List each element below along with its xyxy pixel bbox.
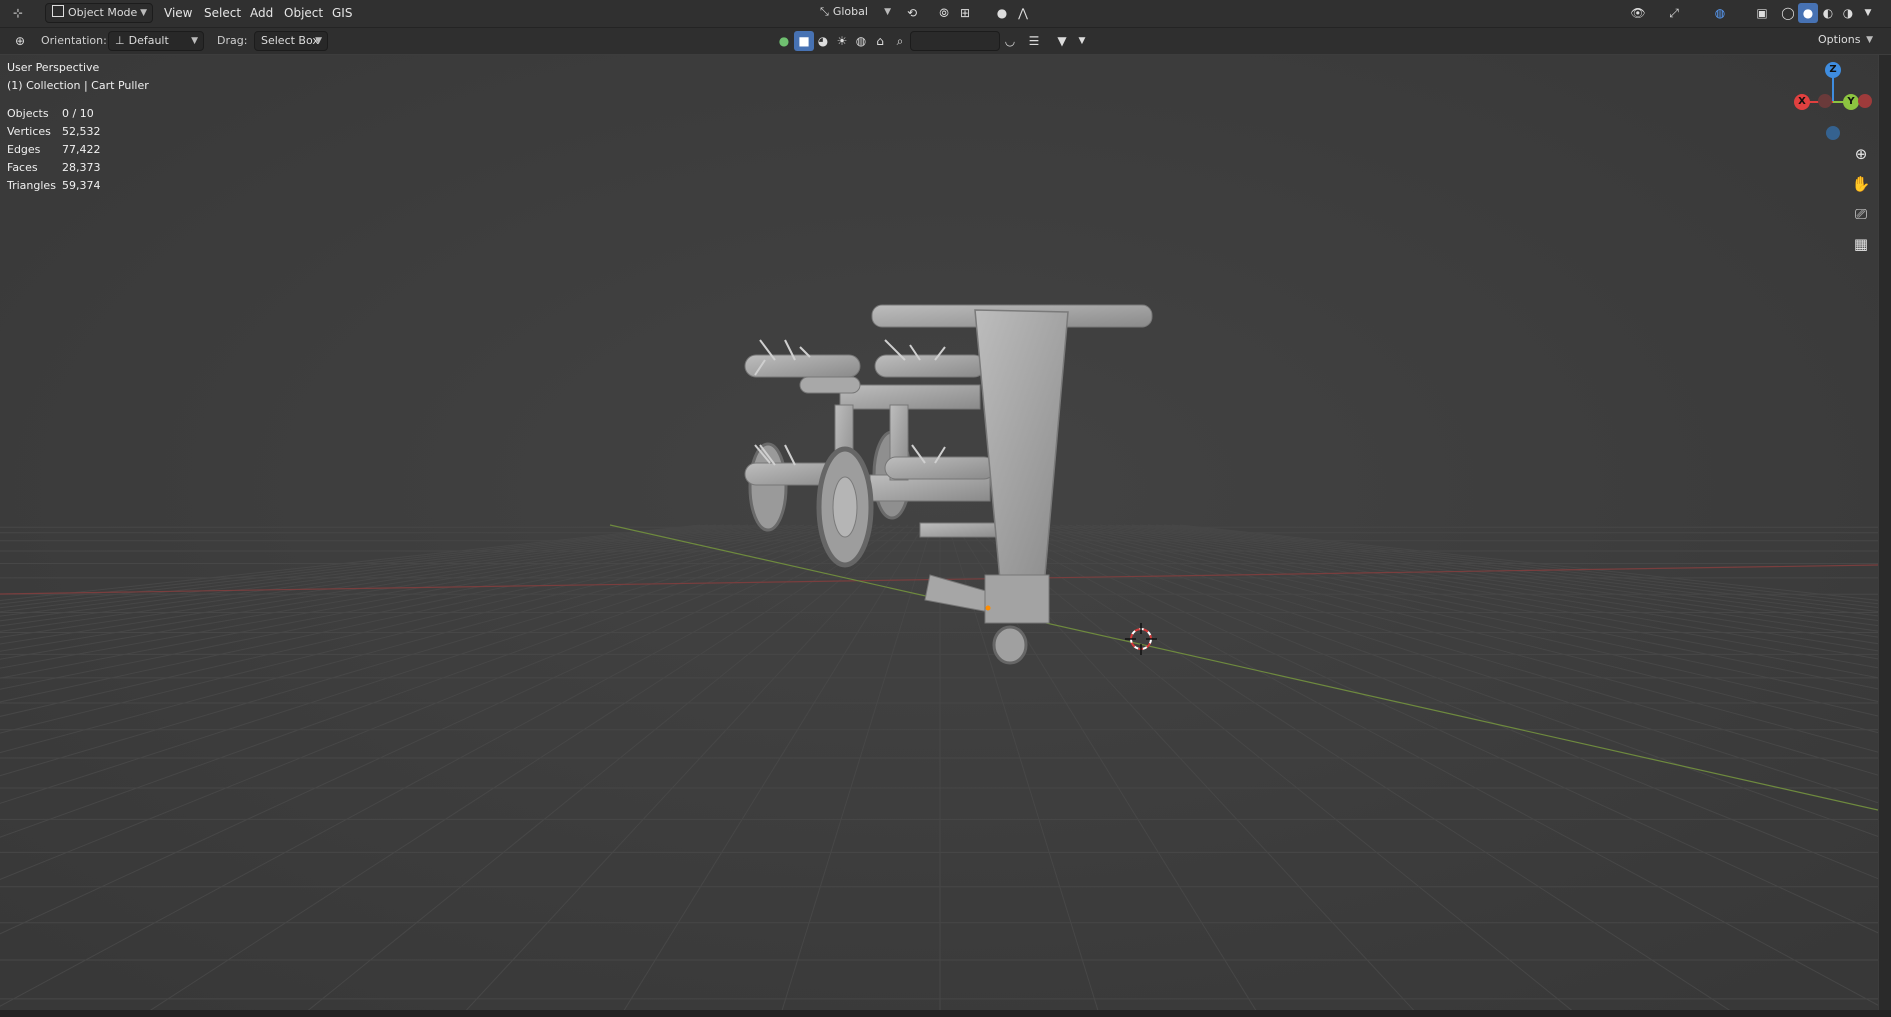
shield-base [984, 574, 1050, 624]
rocket-upper-left [744, 354, 861, 378]
tool-settings-bar: ⊕ Orientation: ⊥ Default ▼ Drag: Select Bo… [0, 28, 1891, 54]
view-name: User Perspective [7, 61, 100, 74]
gizmo-y-axis[interactable]: Y [1843, 94, 1859, 110]
chevron-down-icon: ▼ [191, 36, 198, 46]
stat-label: Triangles [7, 179, 56, 192]
stat-value: 59,374 [62, 179, 101, 192]
falloff-icon[interactable]: ⋀ [1013, 3, 1033, 23]
chevron-down-icon: ▼ [1866, 35, 1873, 45]
overlays-icon[interactable]: ◍ [1710, 3, 1730, 23]
stat-label: Faces [7, 161, 38, 174]
rocket-upper-left-rear [799, 376, 861, 394]
gizmo-x-axis[interactable]: X [1794, 94, 1810, 110]
viewport-shading-icon[interactable]: ◕ [813, 31, 833, 51]
pivot-point-icon[interactable]: ⟲ [902, 3, 922, 23]
filter-dropdown-icon[interactable]: ◡ [1000, 31, 1020, 51]
render-icon[interactable]: ⌂ [870, 31, 890, 51]
orientation-dropdown[interactable]: ⊥ Default ▼ [108, 31, 204, 51]
drag-label: Drag: [217, 34, 248, 47]
orientation-icon: ⤡ [820, 5, 829, 18]
mode-dropdown[interactable]: Object Mode ▼ [45, 3, 153, 23]
stat-value: 0 / 10 [62, 107, 94, 120]
gizmo-z-axis[interactable]: Z [1825, 62, 1841, 78]
search-icon[interactable]: ⌕ [890, 31, 910, 51]
rendered-shading-icon[interactable]: ◑ [1838, 3, 1858, 23]
mode-label: Object Mode [68, 6, 138, 19]
world-icon[interactable]: ◍ [851, 31, 871, 51]
gizmo-neg-x-axis[interactable] [1818, 94, 1832, 108]
solid-shading-icon[interactable]: ● [1798, 3, 1818, 23]
xray-icon[interactable]: ▣ [1752, 3, 1772, 23]
status-bar [0, 1010, 1891, 1017]
visibility-icon[interactable]: 👁 [1628, 3, 1648, 23]
chevron-down-icon[interactable]: ▼ [1072, 31, 1092, 51]
frame-top [839, 384, 981, 410]
stat-value: 28,373 [62, 161, 101, 174]
menu-view[interactable]: View [164, 6, 192, 20]
object-mode-icon [52, 5, 64, 17]
options-dropdown[interactable]: Options ▼ [1812, 31, 1878, 51]
pan-hand-icon[interactable]: ✋ [1848, 171, 1874, 197]
rocket-upper-right [874, 354, 986, 378]
viewport-header: ⊹ Object Mode ▼ View Select Add Object GI… [0, 0, 1891, 28]
gizmo-toggle-icon[interactable]: ⤢ [1664, 3, 1684, 23]
stat-label: Vertices [7, 125, 51, 138]
stat-label: Edges [7, 143, 41, 156]
caster-wheel [992, 625, 1028, 665]
stat-value: 52,532 [62, 125, 101, 138]
proportional-editing-icon[interactable]: ● [992, 3, 1012, 23]
chevron-down-icon: ▼ [884, 7, 891, 17]
right-edge-panel [1879, 55, 1891, 1017]
drag-value: Select Box [261, 34, 319, 47]
transform-orientation-label: Global [832, 5, 868, 18]
shading-options-chevron-icon[interactable]: ▼ [1858, 3, 1878, 23]
drag-dropdown[interactable]: Select Box ▼ [254, 31, 328, 51]
chevron-down-icon: ▼ [315, 36, 322, 46]
lights-icon[interactable]: ☀ [832, 31, 852, 51]
editor-type-icon[interactable]: ⊹ [8, 3, 28, 23]
orientation-value: Default [128, 34, 169, 47]
perspective-toggle-icon[interactable]: ▦ [1848, 231, 1874, 257]
menu-object[interactable]: Object [284, 6, 323, 20]
gizmo-neg-y-axis[interactable] [1858, 94, 1872, 108]
filter-icon[interactable]: ▼ [1052, 31, 1072, 51]
search-field[interactable] [910, 31, 1000, 51]
menu-gis[interactable]: GIS [332, 6, 352, 20]
stat-label: Objects [7, 107, 49, 120]
active-collection-object: (1) Collection | Cart Puller [7, 79, 149, 92]
snap-target-icon[interactable]: ⊞ [955, 3, 975, 23]
chevron-down-icon: ▼ [140, 8, 147, 18]
select-box-icon[interactable]: ■ [794, 31, 814, 51]
zoom-icon[interactable]: ⊕ [1848, 141, 1874, 167]
front-wheel-hub [832, 476, 858, 538]
rocket-lower-right [884, 456, 996, 480]
scene-statistics: Objects 0 / 10 Vertices 52,532 Edges 77,… [0, 107, 140, 217]
menu-add[interactable]: Add [250, 6, 273, 20]
menu-select[interactable]: Select [204, 6, 241, 20]
object-origin-dot [985, 605, 991, 611]
options-label: Options [1818, 33, 1861, 46]
orientation-label: Orientation: [41, 34, 107, 47]
camera-icon[interactable]: ⎚ [1848, 201, 1874, 227]
list-icon[interactable]: ☰ [1024, 31, 1044, 51]
transform-tool-icon[interactable]: ⊕ [10, 31, 30, 51]
material-shading-icon[interactable]: ◐ [1818, 3, 1838, 23]
transform-orientation-dropdown[interactable]: ⤡ Global ▼ [814, 3, 896, 23]
snap-icon[interactable]: ⦾ [934, 3, 954, 23]
viewport-canvas[interactable] [0, 55, 1878, 1017]
stat-value: 77,422 [62, 143, 101, 156]
3d-viewport[interactable]: User Perspective (1) Collection | Cart P… [0, 55, 1878, 1017]
axes-icon: ⊥ [115, 34, 125, 47]
wireframe-shading-icon[interactable]: ◯ [1778, 3, 1798, 23]
scene-icon[interactable]: ● [774, 31, 794, 51]
gizmo-neg-z-axis[interactable] [1826, 126, 1840, 140]
